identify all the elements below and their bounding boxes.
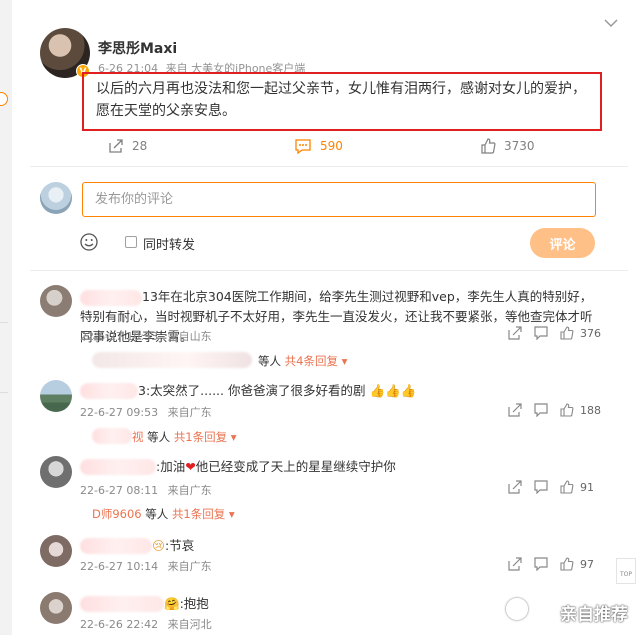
comment-date: 22-6-27 08:11 (80, 484, 159, 497)
comment-count: 590 (320, 139, 343, 153)
commenter-avatar[interactable] (40, 535, 72, 567)
chevron-down-icon: ▾ (230, 430, 237, 444)
comment-text: 3:太突然了...... 你爸爸演了很多好看的剧 👍👍👍 (138, 383, 417, 398)
left-gutter (0, 0, 12, 635)
thumbs-up-emoji-icon: 👍👍👍 (369, 383, 417, 398)
comment-text: 🤗:抱抱 (164, 596, 209, 611)
commenter-avatar[interactable] (40, 380, 72, 412)
comment-meta: 22-6-27 10:53 来自山东 (80, 328, 218, 344)
thumbs-up-icon[interactable] (560, 557, 574, 571)
comment-date: 22-6-26 22:42 (80, 618, 159, 631)
share-icon[interactable] (508, 403, 522, 417)
reply-icon[interactable] (534, 326, 548, 340)
share-icon[interactable] (508, 480, 522, 494)
comment-source: 来自河北 (167, 618, 212, 631)
comment-button[interactable]: 590 (294, 138, 343, 154)
reply-count-link[interactable]: 共1条回复 (172, 507, 225, 521)
submit-comment-button[interactable]: 评论 (530, 228, 595, 258)
comment-meta: 22-6-27 09:53 来自广东 (80, 404, 218, 420)
comment-input[interactable] (82, 182, 596, 217)
comment-source: 来自山东 (167, 330, 212, 343)
reply-summary[interactable]: D师9606 等人 共1条回复 ▾ (92, 506, 235, 522)
share-icon (109, 139, 123, 153)
comment-like-count: 376 (580, 326, 601, 340)
comment-date: 22-6-27 09:53 (80, 406, 159, 419)
commenter-avatar[interactable] (40, 592, 72, 624)
reply-icon[interactable] (534, 403, 548, 417)
divider (30, 166, 628, 167)
blurred-username (80, 596, 164, 612)
blurred-username (80, 459, 156, 475)
thumbs-up-icon[interactable] (560, 480, 574, 494)
comment-source: 来自广东 (167, 406, 212, 419)
like-count: 3730 (504, 139, 535, 153)
repost-checkbox-label: 同时转发 (143, 238, 196, 253)
hug-emoji-icon: 🤗 (164, 596, 180, 611)
comment-meta: 22-6-27 08:11 来自广东 (80, 482, 218, 498)
gutter-divider (0, 322, 8, 323)
comment-meta: 22-6-27 10:14 来自广东 (80, 558, 218, 574)
blurred-username (80, 538, 152, 554)
commenter-avatar[interactable] (40, 456, 72, 488)
thumbs-up-icon[interactable] (560, 326, 574, 340)
comment-source: 来自广东 (167, 484, 212, 497)
chevron-down-icon[interactable] (604, 18, 618, 28)
comment-actions: 188 (496, 403, 601, 417)
comment-text: 😢:节哀 (152, 538, 195, 553)
comment-actions: 376 (496, 326, 601, 340)
back-to-top-button[interactable]: TOP (616, 558, 636, 584)
reply-icon[interactable] (534, 557, 548, 571)
post-actions: 28 590 3730 (12, 138, 640, 156)
chevron-down-icon: ▾ (341, 354, 348, 368)
comment-text: :加油❤他已经变成了天上的星星继续守护你 (156, 459, 396, 474)
share-icon[interactable] (508, 557, 522, 571)
watermark-logo-icon (506, 598, 528, 620)
repost-count: 28 (132, 139, 148, 153)
commenter-avatar[interactable] (40, 285, 72, 317)
comment-icon (295, 139, 311, 154)
comment-source: 来自广东 (167, 560, 212, 573)
repost-checkbox[interactable] (125, 236, 137, 248)
my-avatar[interactable] (40, 182, 72, 214)
heart-emoji-icon: ❤ (185, 459, 196, 474)
repost-button[interactable]: 28 (108, 138, 147, 154)
gutter-divider (0, 392, 8, 393)
comment-date: 22-6-27 10:53 (80, 330, 159, 343)
divider (30, 270, 628, 271)
emoji-icon[interactable] (80, 233, 98, 251)
comment-like-count: 188 (580, 403, 601, 417)
comment-like-count: 91 (580, 480, 594, 494)
watermark: 亲自推荐 (560, 605, 628, 625)
reply-summary[interactable]: 视 等人 共1条回复 ▾ (132, 429, 237, 445)
reply-icon[interactable] (534, 480, 548, 494)
comment-actions: 91 (496, 480, 594, 494)
thumbs-up-icon (481, 138, 496, 154)
comment-like-count: 97 (580, 557, 594, 571)
grinning-emoji-icon: 😢 (152, 538, 166, 553)
gutter-indicator[interactable] (0, 92, 8, 106)
reply-count-link[interactable]: 共4条回复 (285, 354, 338, 368)
share-icon[interactable] (508, 326, 522, 340)
weibo-post-card: V 李思彤Maxi 6-26 21:04 来自 大美女的iPhone客户端 以后… (12, 0, 640, 635)
reply-count-link[interactable]: 共1条回复 (174, 430, 227, 444)
blurred-username (80, 383, 138, 399)
comment-date: 22-6-27 10:14 (80, 560, 159, 573)
blurred-reply-names (92, 352, 252, 368)
chevron-down-icon: ▾ (228, 507, 235, 521)
like-button[interactable]: 3730 (480, 138, 535, 154)
reply-summary[interactable]: 等人 共4条回复 ▾ (258, 353, 347, 369)
post-text: 以后的六月再也没法和您一起过父亲节，女儿惟有泪两行，感谢对女儿的爱护，愿在天堂的… (96, 81, 586, 119)
blurred-reply-names (92, 428, 132, 444)
author-name[interactable]: 李思彤Maxi (98, 38, 177, 58)
comment-actions: 97 (496, 557, 594, 571)
thumbs-up-icon[interactable] (560, 403, 574, 417)
comment-meta: 22-6-26 22:42 来自河北 (80, 616, 218, 632)
